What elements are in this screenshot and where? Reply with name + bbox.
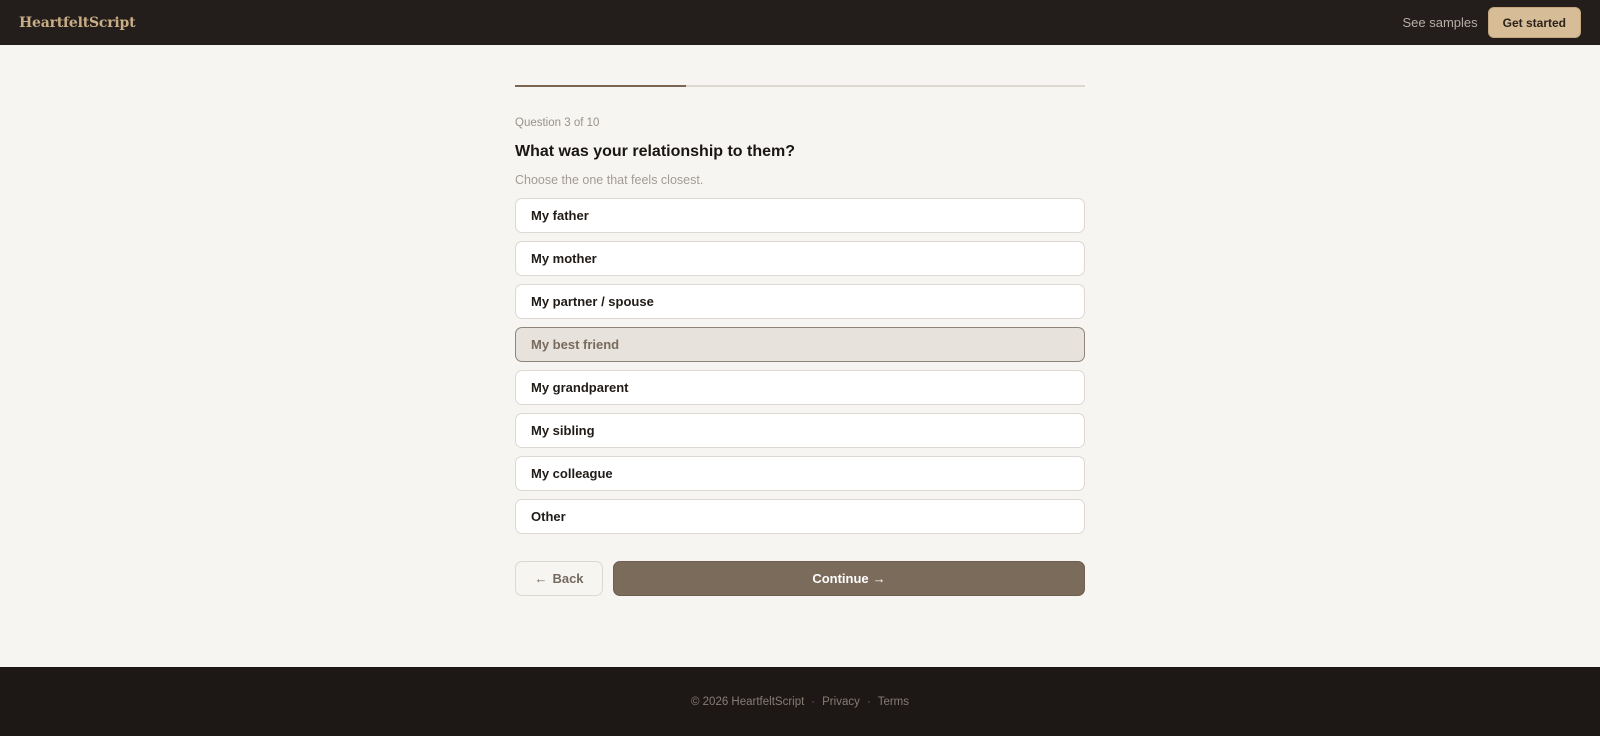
option-my-sibling[interactable]: My sibling xyxy=(515,413,1085,448)
nav-right: See samples Get started xyxy=(1402,7,1581,38)
arrow-left-icon: ← xyxy=(534,571,548,586)
continue-button[interactable]: Continue → xyxy=(613,561,1085,596)
option-my-colleague[interactable]: My colleague xyxy=(515,456,1085,491)
quiz-main: Question 3 of 10 What was your relations… xyxy=(515,85,1085,596)
progress-bar xyxy=(515,85,1085,87)
privacy-link[interactable]: Privacy xyxy=(822,696,860,708)
get-started-button[interactable]: Get started xyxy=(1487,7,1581,38)
see-samples-link[interactable]: See samples xyxy=(1402,15,1477,30)
form-actions: ← Back Continue → xyxy=(515,561,1085,596)
question-title: What was your relationship to them? xyxy=(515,143,796,160)
copyright: © 2026 HeartfeltScript xyxy=(690,695,805,708)
back-button[interactable]: ← Back xyxy=(515,561,603,596)
continue-label: Continue xyxy=(812,571,869,586)
separator-dot: · xyxy=(866,695,871,708)
question-hint: Choose the one that feels closest. xyxy=(515,173,704,187)
option-my-partner-spouse[interactable]: My partner / spouse xyxy=(515,284,1085,319)
option-my-grandparent[interactable]: My grandparent xyxy=(515,370,1085,405)
logo[interactable]: HeartfeltScript xyxy=(19,15,136,31)
option-my-best-friend[interactable]: My best friend xyxy=(515,327,1085,362)
options-list: My father My mother My partner / spouse … xyxy=(515,198,1085,534)
progress-fill xyxy=(515,85,686,87)
question-counter: Question 3 of 10 xyxy=(515,117,600,129)
top-nav: HeartfeltScript See samples Get started xyxy=(0,0,1600,45)
footer: © 2026 HeartfeltScript · Privacy · Terms xyxy=(0,667,1600,736)
back-label: Back xyxy=(552,571,584,586)
option-my-mother[interactable]: My mother xyxy=(515,241,1085,276)
terms-link[interactable]: Terms xyxy=(878,696,909,708)
option-my-father[interactable]: My father xyxy=(515,198,1085,233)
option-other[interactable]: Other xyxy=(515,499,1085,534)
arrow-right-icon: → xyxy=(872,571,886,586)
separator-dot: · xyxy=(811,695,816,708)
